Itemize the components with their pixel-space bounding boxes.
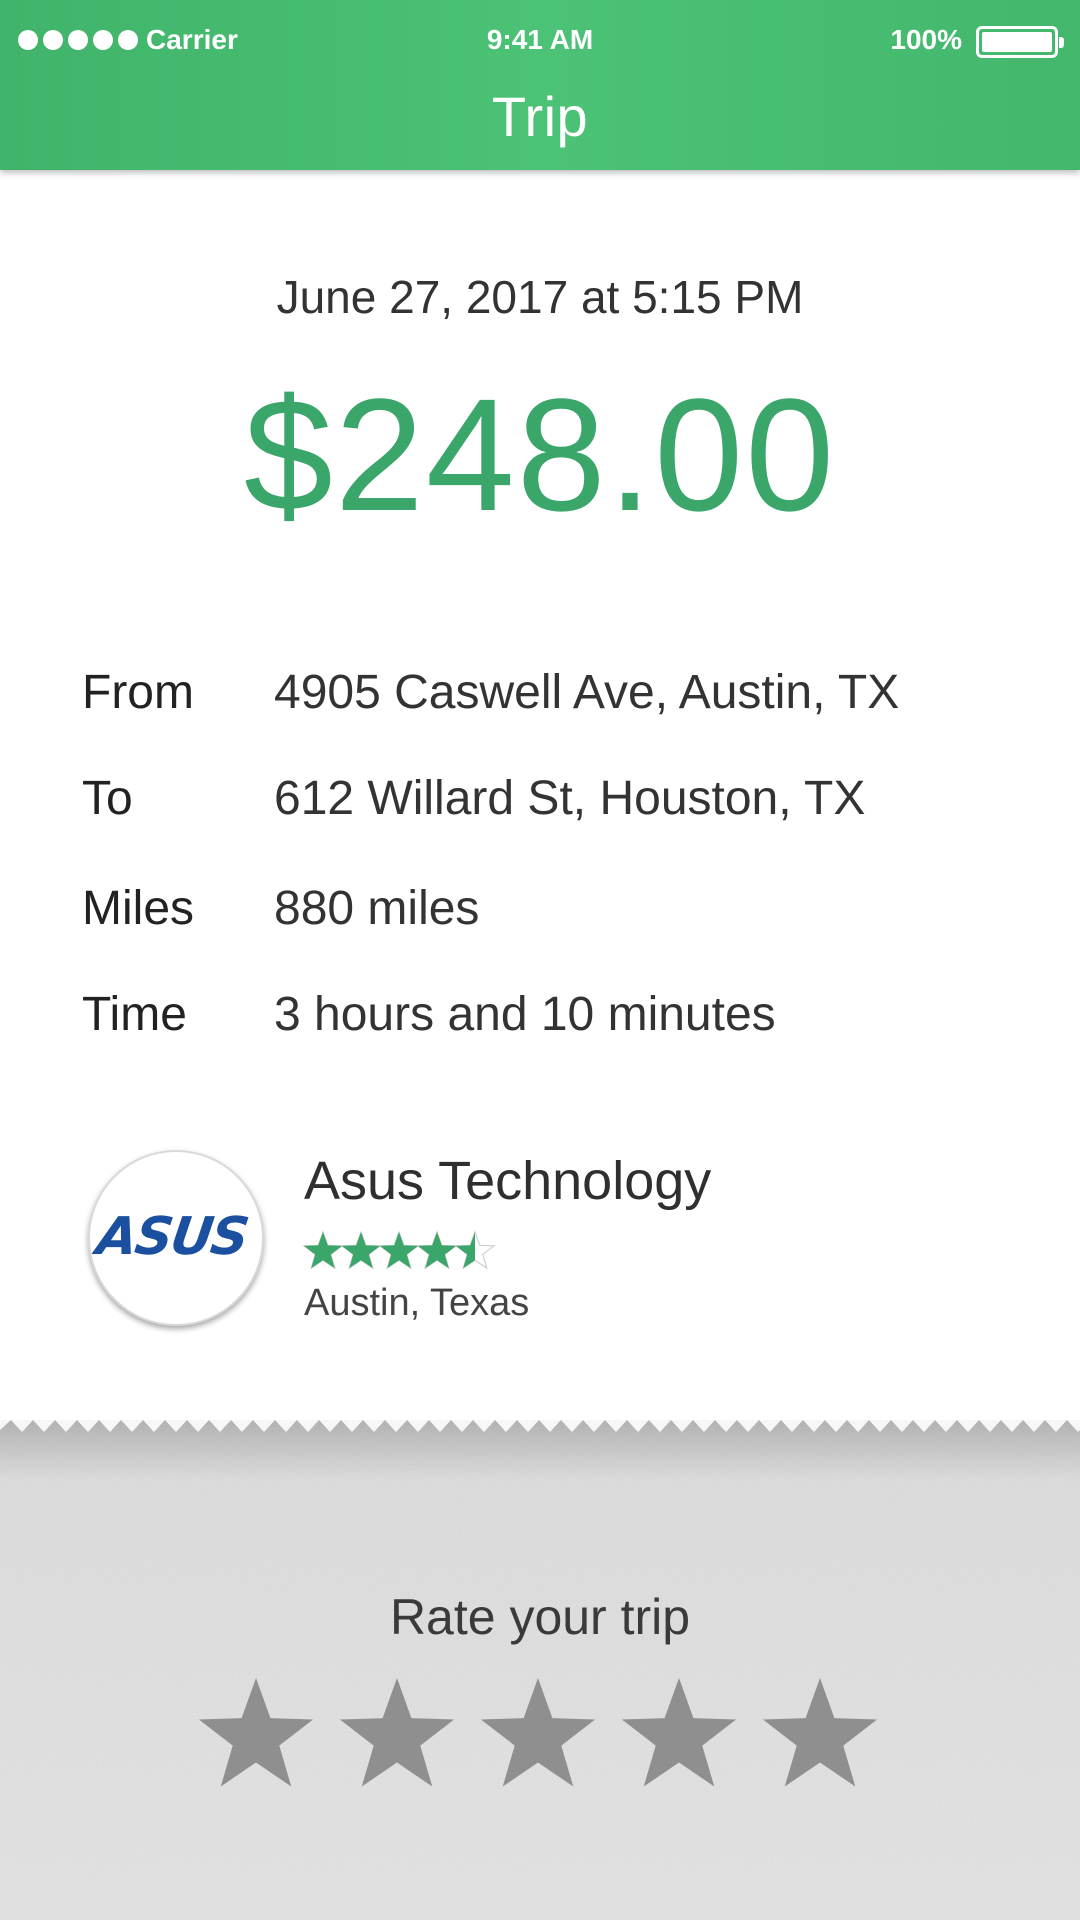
- time-label: Time: [82, 988, 187, 1041]
- rate-star-3[interactable]: [478, 1674, 598, 1794]
- trip-datetime: June 27, 2017 at 5:15 PM: [276, 271, 804, 323]
- status-bar: Carrier 9:41 AM 100%: [0, 0, 1080, 82]
- rating-star-filled: [341, 1232, 381, 1269]
- company-name: Asus Technology: [304, 1151, 712, 1211]
- detail-row-miles: Miles 880 miles: [82, 881, 1002, 941]
- svg-text:ASUS: ASUS: [91, 1208, 251, 1267]
- asus-logo-icon: ASUS: [91, 1208, 251, 1267]
- company-logo: ASUS: [88, 1150, 264, 1326]
- rate-star-5[interactable]: [760, 1674, 880, 1794]
- rate-title: Rate your trip: [389, 1589, 691, 1645]
- trip-price: $248.00: [243, 365, 837, 544]
- rate-star-2[interactable]: [337, 1674, 457, 1794]
- rating-star-filled: [417, 1232, 457, 1269]
- from-label: From: [82, 666, 194, 719]
- to-label: To: [82, 772, 133, 825]
- to-value: 612 Willard St, Houston, TX: [274, 772, 866, 825]
- rating-star-filled: [379, 1232, 419, 1269]
- from-value: 4905 Caswell Ave, Austin, TX: [274, 666, 900, 719]
- rate-star-4[interactable]: [619, 1674, 739, 1794]
- detail-row-from: From 4905 Caswell Ave, Austin, TX: [82, 665, 1002, 725]
- battery-icon: [976, 26, 1064, 58]
- rate-stars: [196, 1674, 886, 1804]
- page-title: Trip: [491, 85, 589, 148]
- miles-value: 880 miles: [274, 882, 480, 935]
- nav-header: Carrier 9:41 AM 100% Trip: [0, 0, 1080, 170]
- time-value: 3 hours and 10 minutes: [274, 988, 776, 1041]
- paper-tear-background: [0, 1420, 1080, 1920]
- company-location: Austin, Texas: [304, 1282, 530, 1324]
- trip-screen: Carrier 9:41 AM 100% Trip June 27, 2017 …: [0, 0, 1080, 1920]
- miles-label: Miles: [82, 882, 195, 935]
- rate-star-1[interactable]: [196, 1674, 316, 1794]
- detail-row-time: Time 3 hours and 10 minutes: [82, 987, 1002, 1047]
- rate-section: Rate your trip: [0, 1420, 1080, 1920]
- detail-row-to: To 612 Willard St, Houston, TX: [82, 771, 1002, 831]
- company-rating-stars: [302, 1230, 496, 1270]
- rating-star-filled: [303, 1232, 343, 1269]
- battery-percent: 100%: [890, 24, 962, 55]
- company-card[interactable]: ASUS Asus Technology Austin, Texas: [88, 1148, 988, 1328]
